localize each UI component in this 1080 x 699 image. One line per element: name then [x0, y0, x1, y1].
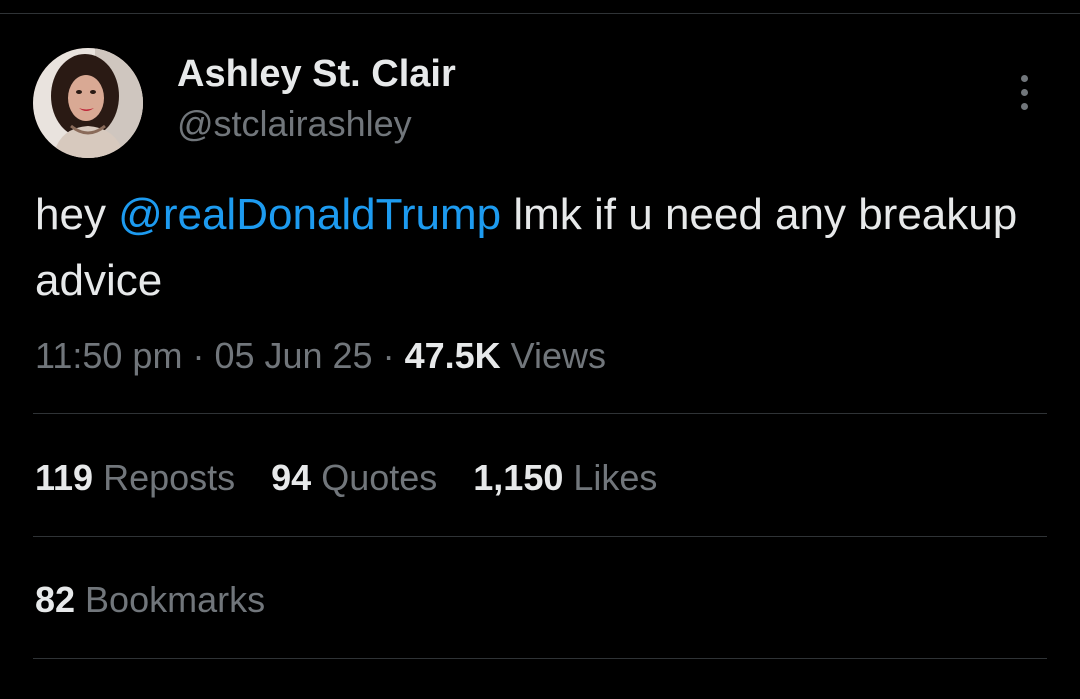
views-label: Views	[500, 335, 607, 376]
likes-stat[interactable]: 1,150 Likes	[473, 456, 657, 500]
author-display-name[interactable]: Ashley St. Clair	[177, 52, 456, 96]
mention-link[interactable]: @realDonaldTrump	[118, 190, 501, 239]
more-dot	[1020, 74, 1028, 82]
bookmarks-label: Bookmarks	[75, 579, 266, 620]
avatar[interactable]	[33, 48, 143, 158]
more-dot	[1020, 88, 1028, 96]
bookmarks-stat[interactable]: 82 Bookmarks	[35, 578, 265, 622]
more-dot	[1020, 102, 1028, 110]
tweet-meta: 11:50 pm · 05 Jun 25 · 47.5K Views	[35, 334, 606, 378]
avatar-image	[33, 48, 143, 158]
tweet-time[interactable]: 11:50 pm	[35, 335, 182, 376]
tweet-text: hey @realDonaldTrump lmk if u need any b…	[35, 182, 1035, 314]
divider	[33, 536, 1047, 537]
reposts-stat[interactable]: 119 Reposts	[35, 456, 235, 500]
tweet-text-before: hey	[35, 190, 119, 239]
likes-label: Likes	[563, 457, 658, 498]
more-vertical-icon[interactable]	[1004, 70, 1044, 114]
quotes-stat[interactable]: 94 Quotes	[271, 456, 437, 500]
bookmarks-count: 82	[35, 579, 76, 620]
author-handle[interactable]: @stclairashley	[177, 102, 412, 146]
tweet-date[interactable]: 05 Jun 25	[214, 335, 372, 376]
likes-count: 1,150	[473, 457, 564, 498]
views-count: 47.5K	[404, 335, 501, 376]
reposts-count: 119	[35, 457, 94, 498]
engagement-stats: 119 Reposts 94 Quotes 1,150 Likes	[35, 456, 657, 500]
meta-separator: ·	[182, 335, 215, 376]
meta-separator: ·	[372, 335, 405, 376]
reposts-label: Reposts	[93, 457, 236, 498]
quotes-label: Quotes	[311, 457, 438, 498]
quotes-count: 94	[271, 457, 312, 498]
top-divider	[0, 13, 1080, 14]
divider	[33, 658, 1047, 659]
divider	[33, 413, 1047, 414]
